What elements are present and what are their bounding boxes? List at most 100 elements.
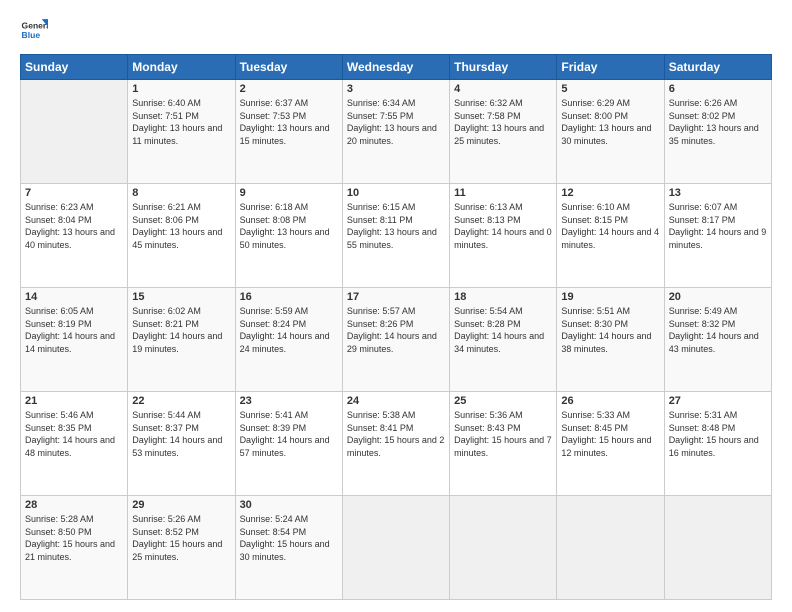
calendar-cell: 8 Sunrise: 6:21 AMSunset: 8:06 PMDaylight…: [128, 184, 235, 288]
cell-info: Sunrise: 5:28 AMSunset: 8:50 PMDaylight:…: [25, 514, 115, 562]
calendar-cell: 14 Sunrise: 6:05 AMSunset: 8:19 PMDayligh…: [21, 288, 128, 392]
cell-info: Sunrise: 6:15 AMSunset: 8:11 PMDaylight:…: [347, 202, 437, 250]
calendar-body: 1 Sunrise: 6:40 AMSunset: 7:51 PMDaylight…: [21, 80, 772, 600]
cell-info: Sunrise: 5:41 AMSunset: 8:39 PMDaylight:…: [240, 410, 330, 458]
calendar-cell: 19 Sunrise: 5:51 AMSunset: 8:30 PMDayligh…: [557, 288, 664, 392]
cell-info: Sunrise: 5:46 AMSunset: 8:35 PMDaylight:…: [25, 410, 115, 458]
day-number: 28: [25, 499, 123, 511]
svg-text:Blue: Blue: [22, 30, 41, 40]
calendar-cell: 2 Sunrise: 6:37 AMSunset: 7:53 PMDaylight…: [235, 80, 342, 184]
cell-info: Sunrise: 6:29 AMSunset: 8:00 PMDaylight:…: [561, 98, 651, 146]
cell-info: Sunrise: 5:51 AMSunset: 8:30 PMDaylight:…: [561, 306, 651, 354]
cell-info: Sunrise: 6:40 AMSunset: 7:51 PMDaylight:…: [132, 98, 222, 146]
day-number: 22: [132, 395, 230, 407]
cell-info: Sunrise: 5:38 AMSunset: 8:41 PMDaylight:…: [347, 410, 445, 458]
calendar-cell: 24Sunrise: 5:38 AMSunset: 8:41 PMDayligh…: [342, 392, 449, 496]
day-header-wednesday: Wednesday: [342, 55, 449, 80]
calendar-cell: 13 Sunrise: 6:07 AMSunset: 8:17 PMDayligh…: [664, 184, 771, 288]
calendar-cell: 6 Sunrise: 6:26 AMSunset: 8:02 PMDaylight…: [664, 80, 771, 184]
cell-info: Sunrise: 6:02 AMSunset: 8:21 PMDaylight:…: [132, 306, 222, 354]
week-row-1: 1 Sunrise: 6:40 AMSunset: 7:51 PMDaylight…: [21, 80, 772, 184]
cell-info: Sunrise: 6:32 AMSunset: 7:58 PMDaylight:…: [454, 98, 544, 146]
calendar-cell: [557, 496, 664, 600]
day-number: 20: [669, 291, 767, 303]
calendar-cell: 15 Sunrise: 6:02 AMSunset: 8:21 PMDayligh…: [128, 288, 235, 392]
day-number: 21: [25, 395, 123, 407]
day-number: 26: [561, 395, 659, 407]
day-number: 2: [240, 83, 338, 95]
cell-info: Sunrise: 6:05 AMSunset: 8:19 PMDaylight:…: [25, 306, 115, 354]
day-number: 5: [561, 83, 659, 95]
calendar-cell: 18 Sunrise: 5:54 AMSunset: 8:28 PMDayligh…: [450, 288, 557, 392]
cell-info: Sunrise: 6:18 AMSunset: 8:08 PMDaylight:…: [240, 202, 330, 250]
day-number: 18: [454, 291, 552, 303]
calendar-cell: 1 Sunrise: 6:40 AMSunset: 7:51 PMDaylight…: [128, 80, 235, 184]
cell-info: Sunrise: 5:44 AMSunset: 8:37 PMDaylight:…: [132, 410, 222, 458]
calendar-cell: 30Sunrise: 5:24 AMSunset: 8:54 PMDayligh…: [235, 496, 342, 600]
day-header-tuesday: Tuesday: [235, 55, 342, 80]
cell-info: Sunrise: 5:26 AMSunset: 8:52 PMDaylight:…: [132, 514, 222, 562]
day-header-thursday: Thursday: [450, 55, 557, 80]
cell-info: Sunrise: 5:24 AMSunset: 8:54 PMDaylight:…: [240, 514, 330, 562]
cell-info: Sunrise: 6:37 AMSunset: 7:53 PMDaylight:…: [240, 98, 330, 146]
calendar-cell: 12 Sunrise: 6:10 AMSunset: 8:15 PMDayligh…: [557, 184, 664, 288]
logo: General Blue: [20, 16, 48, 44]
days-header-row: SundayMondayTuesdayWednesdayThursdayFrid…: [21, 55, 772, 80]
cell-info: Sunrise: 6:26 AMSunset: 8:02 PMDaylight:…: [669, 98, 759, 146]
cell-info: Sunrise: 5:33 AMSunset: 8:45 PMDaylight:…: [561, 410, 651, 458]
day-number: 1: [132, 83, 230, 95]
day-number: 4: [454, 83, 552, 95]
week-row-5: 28 Sunrise: 5:28 AMSunset: 8:50 PMDayligh…: [21, 496, 772, 600]
calendar-cell: 21 Sunrise: 5:46 AMSunset: 8:35 PMDayligh…: [21, 392, 128, 496]
cell-info: Sunrise: 6:13 AMSunset: 8:13 PMDaylight:…: [454, 202, 552, 250]
day-number: 9: [240, 187, 338, 199]
calendar-cell: 20 Sunrise: 5:49 AMSunset: 8:32 PMDayligh…: [664, 288, 771, 392]
week-row-4: 21 Sunrise: 5:46 AMSunset: 8:35 PMDayligh…: [21, 392, 772, 496]
day-header-sunday: Sunday: [21, 55, 128, 80]
calendar-cell: 22 Sunrise: 5:44 AMSunset: 8:37 PMDayligh…: [128, 392, 235, 496]
cell-info: Sunrise: 6:07 AMSunset: 8:17 PMDaylight:…: [669, 202, 767, 250]
day-number: 7: [25, 187, 123, 199]
day-number: 3: [347, 83, 445, 95]
calendar-cell: 11 Sunrise: 6:13 AMSunset: 8:13 PMDayligh…: [450, 184, 557, 288]
calendar-cell: [21, 80, 128, 184]
day-number: 8: [132, 187, 230, 199]
calendar-cell: [664, 496, 771, 600]
day-number: 16: [240, 291, 338, 303]
day-number: 25: [454, 395, 552, 407]
cell-info: Sunrise: 5:31 AMSunset: 8:48 PMDaylight:…: [669, 410, 759, 458]
day-number: 10: [347, 187, 445, 199]
day-number: 15: [132, 291, 230, 303]
day-number: 29: [132, 499, 230, 511]
cell-info: Sunrise: 6:21 AMSunset: 8:06 PMDaylight:…: [132, 202, 222, 250]
calendar-cell: 26 Sunrise: 5:33 AMSunset: 8:45 PMDayligh…: [557, 392, 664, 496]
cell-info: Sunrise: 5:59 AMSunset: 8:24 PMDaylight:…: [240, 306, 330, 354]
cell-info: Sunrise: 6:34 AMSunset: 7:55 PMDaylight:…: [347, 98, 437, 146]
calendar-cell: 27 Sunrise: 5:31 AMSunset: 8:48 PMDayligh…: [664, 392, 771, 496]
day-number: 23: [240, 395, 338, 407]
calendar-table: SundayMondayTuesdayWednesdayThursdayFrid…: [20, 54, 772, 600]
cell-info: Sunrise: 5:54 AMSunset: 8:28 PMDaylight:…: [454, 306, 544, 354]
day-number: 6: [669, 83, 767, 95]
calendar-cell: 4 Sunrise: 6:32 AMSunset: 7:58 PMDaylight…: [450, 80, 557, 184]
calendar-cell: 10 Sunrise: 6:15 AMSunset: 8:11 PMDayligh…: [342, 184, 449, 288]
cell-info: Sunrise: 5:49 AMSunset: 8:32 PMDaylight:…: [669, 306, 759, 354]
day-number: 14: [25, 291, 123, 303]
calendar-cell: 23 Sunrise: 5:41 AMSunset: 8:39 PMDayligh…: [235, 392, 342, 496]
calendar-cell: 7 Sunrise: 6:23 AMSunset: 8:04 PMDaylight…: [21, 184, 128, 288]
week-row-2: 7 Sunrise: 6:23 AMSunset: 8:04 PMDaylight…: [21, 184, 772, 288]
calendar-cell: [342, 496, 449, 600]
day-header-friday: Friday: [557, 55, 664, 80]
logo-icon: General Blue: [20, 16, 48, 44]
day-number: 19: [561, 291, 659, 303]
day-number: 27: [669, 395, 767, 407]
day-number: 13: [669, 187, 767, 199]
day-number: 17: [347, 291, 445, 303]
calendar-cell: 29 Sunrise: 5:26 AMSunset: 8:52 PMDayligh…: [128, 496, 235, 600]
calendar-cell: 25Sunrise: 5:36 AMSunset: 8:43 PMDayligh…: [450, 392, 557, 496]
cell-info: Sunrise: 6:10 AMSunset: 8:15 PMDaylight:…: [561, 202, 659, 250]
day-header-monday: Monday: [128, 55, 235, 80]
cell-info: Sunrise: 6:23 AMSunset: 8:04 PMDaylight:…: [25, 202, 115, 250]
day-number: 12: [561, 187, 659, 199]
day-number: 11: [454, 187, 552, 199]
